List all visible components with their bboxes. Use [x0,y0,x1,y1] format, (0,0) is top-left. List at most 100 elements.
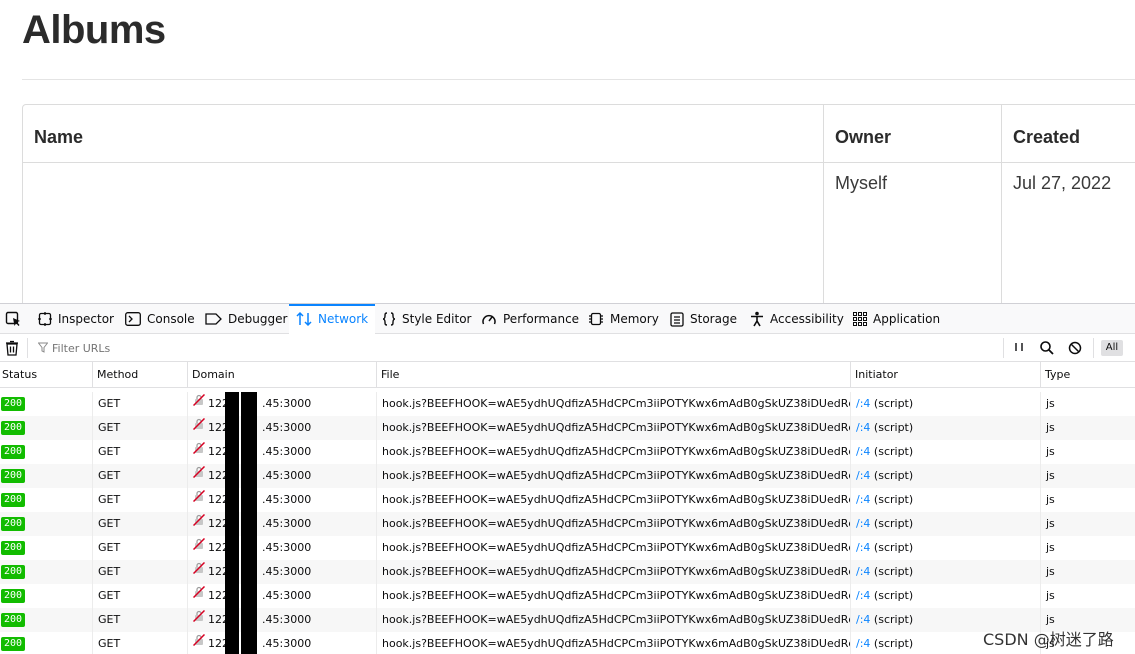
redaction-block [225,464,239,488]
status-cell: 200 [0,632,92,654]
request-row[interactable]: 200 GET 122.45:3000 hook.js?BEEFHOOK=wAE5yd… [0,464,1135,488]
request-row[interactable]: 200 GET 122.45:3000 hook.js?BEEFHOOK=wAE5yd… [0,416,1135,440]
domain-suffix: .45:3000 [262,565,312,578]
domain-cell: 122.45:3000 [187,608,376,632]
tab-label: Console [147,312,195,326]
file-cell: hook.js?BEEFHOOK=wAE5ydhUQdfizA5HdCPCm3i… [376,560,850,584]
column-header-created[interactable]: Created [1013,127,1080,148]
initiator-link[interactable]: /:4 [856,637,870,650]
column-header-owner[interactable]: Owner [835,127,891,148]
method-cell: GET [92,560,187,584]
initiator-type: (script) [873,541,914,554]
request-row[interactable]: 200 GET 122.45:3000 hook.js?BEEFHOOK=wAE5yd… [0,512,1135,536]
redaction-block [225,392,239,416]
request-row[interactable]: 200 GET 122.45:3000 hook.js?BEEFHOOK=wAE5yd… [0,608,1135,632]
status-cell: 200 [0,560,92,584]
request-row[interactable]: 200 GET 122.45:3000 hook.js?BEEFHOOK=wAE5yd… [0,536,1135,560]
method-cell: GET [92,464,187,488]
type-cell: js [1040,464,1135,488]
initiator-cell: /:4 (script) [850,584,1040,608]
tab-style-editor[interactable]: Style Editor [375,304,478,334]
tab-performance[interactable]: Performance [474,304,586,334]
domain-suffix: .45:3000 [262,397,312,410]
column-header-method[interactable]: Method [92,362,187,388]
pause-icon[interactable] [1012,340,1026,356]
tab-label: Inspector [58,312,114,326]
initiator-link[interactable]: /:4 [856,445,870,458]
method-cell: GET [92,584,187,608]
albums-page: Albums Name Owner Myself Created Jul 27,… [0,0,1135,304]
tab-memory[interactable]: Memory [581,304,666,334]
column-header-name[interactable]: Name [34,127,83,148]
initiator-link[interactable]: /:4 [856,565,870,578]
method-cell: GET [92,440,187,464]
debugger-icon [205,313,228,325]
search-icon[interactable] [1039,340,1055,356]
redaction-block [225,632,239,654]
column-header-file[interactable]: File [376,362,850,388]
initiator-cell: /:4 (script) [850,512,1040,536]
column-header-domain[interactable]: Domain [187,362,376,388]
method-cell: GET [92,608,187,632]
clear-log-icon[interactable] [4,339,20,357]
file-cell: hook.js?BEEFHOOK=wAE5ydhUQdfizA5HdCPCm3i… [376,488,850,512]
initiator-link[interactable]: /:4 [856,397,870,410]
tab-debugger[interactable]: Debugger [198,304,294,334]
network-icon [296,311,318,327]
tab-console[interactable]: Console [118,304,202,334]
initiator-link[interactable]: /:4 [856,517,870,530]
tab-application[interactable]: Application [846,304,947,334]
initiator-type: (script) [873,589,914,602]
request-row[interactable]: 200 GET 122.45:3000 hook.js?BEEFHOOK=wAE5yd… [0,392,1135,416]
tab-label: Storage [690,312,737,326]
method-cell: GET [92,536,187,560]
domain-cell: 122.45:3000 [187,392,376,416]
initiator-link[interactable]: /:4 [856,613,870,626]
initiator-type: (script) [873,613,914,626]
request-row[interactable]: 200 GET 122.45:3000 hook.js?BEEFHOOK=wAE5yd… [0,560,1135,584]
status-cell: 200 [0,536,92,560]
status-badge: 200 [1,493,26,507]
redaction-block [225,584,239,608]
tracking-blocked-icon [192,440,206,463]
domain-cell: 122.45:3000 [187,632,376,654]
file-cell: hook.js?BEEFHOOK=wAE5ydhUQdfizA5HdCPCm3i… [376,608,850,632]
tab-storage[interactable]: Storage [663,304,744,334]
request-row[interactable]: 200 GET 122.45:3000 hook.js?BEEFHOOK=wAE5yd… [0,632,1135,654]
initiator-link[interactable]: /:4 [856,493,870,506]
initiator-link[interactable]: /:4 [856,541,870,554]
redaction-block [225,512,239,536]
status-cell: 200 [0,464,92,488]
block-icon[interactable] [1067,340,1083,356]
element-picker-icon [5,311,20,326]
filter-all-button[interactable]: All [1101,340,1123,356]
initiator-link[interactable]: /:4 [856,589,870,602]
style-editor-icon [382,312,402,326]
status-cell: 200 [0,488,92,512]
tab-network[interactable]: Network [289,304,376,334]
column-header-type[interactable]: Type [1040,362,1135,388]
element-picker-button[interactable] [0,304,26,334]
filter-urls-input[interactable] [36,338,996,358]
tab-inspector[interactable]: Inspector [31,304,121,334]
request-row[interactable]: 200 GET 122.45:3000 hook.js?BEEFHOOK=wAE5yd… [0,584,1135,608]
domain-cell: 122.45:3000 [187,440,376,464]
column-header-initiator[interactable]: Initiator [850,362,1040,388]
initiator-cell: /:4 (script) [850,392,1040,416]
domain-cell: 122.45:3000 [187,464,376,488]
domain-suffix: .45:3000 [262,421,312,434]
initiator-link[interactable]: /:4 [856,469,870,482]
status-badge: 200 [1,613,26,627]
request-row[interactable]: 200 GET 122.45:3000 hook.js?BEEFHOOK=wAE5yd… [0,440,1135,464]
tracking-blocked-icon [192,416,206,439]
redaction-block [241,632,257,654]
initiator-link[interactable]: /:4 [856,421,870,434]
type-cell: js [1040,392,1135,416]
redaction-block [241,488,257,512]
request-row[interactable]: 200 GET 122.45:3000 hook.js?BEEFHOOK=wAE5yd… [0,488,1135,512]
status-cell: 200 [0,512,92,536]
column-header-status[interactable]: Status [0,362,92,388]
tab-accessibility[interactable]: Accessibility [743,304,851,334]
status-cell: 200 [0,416,92,440]
network-filter-bar: All [0,334,1135,362]
